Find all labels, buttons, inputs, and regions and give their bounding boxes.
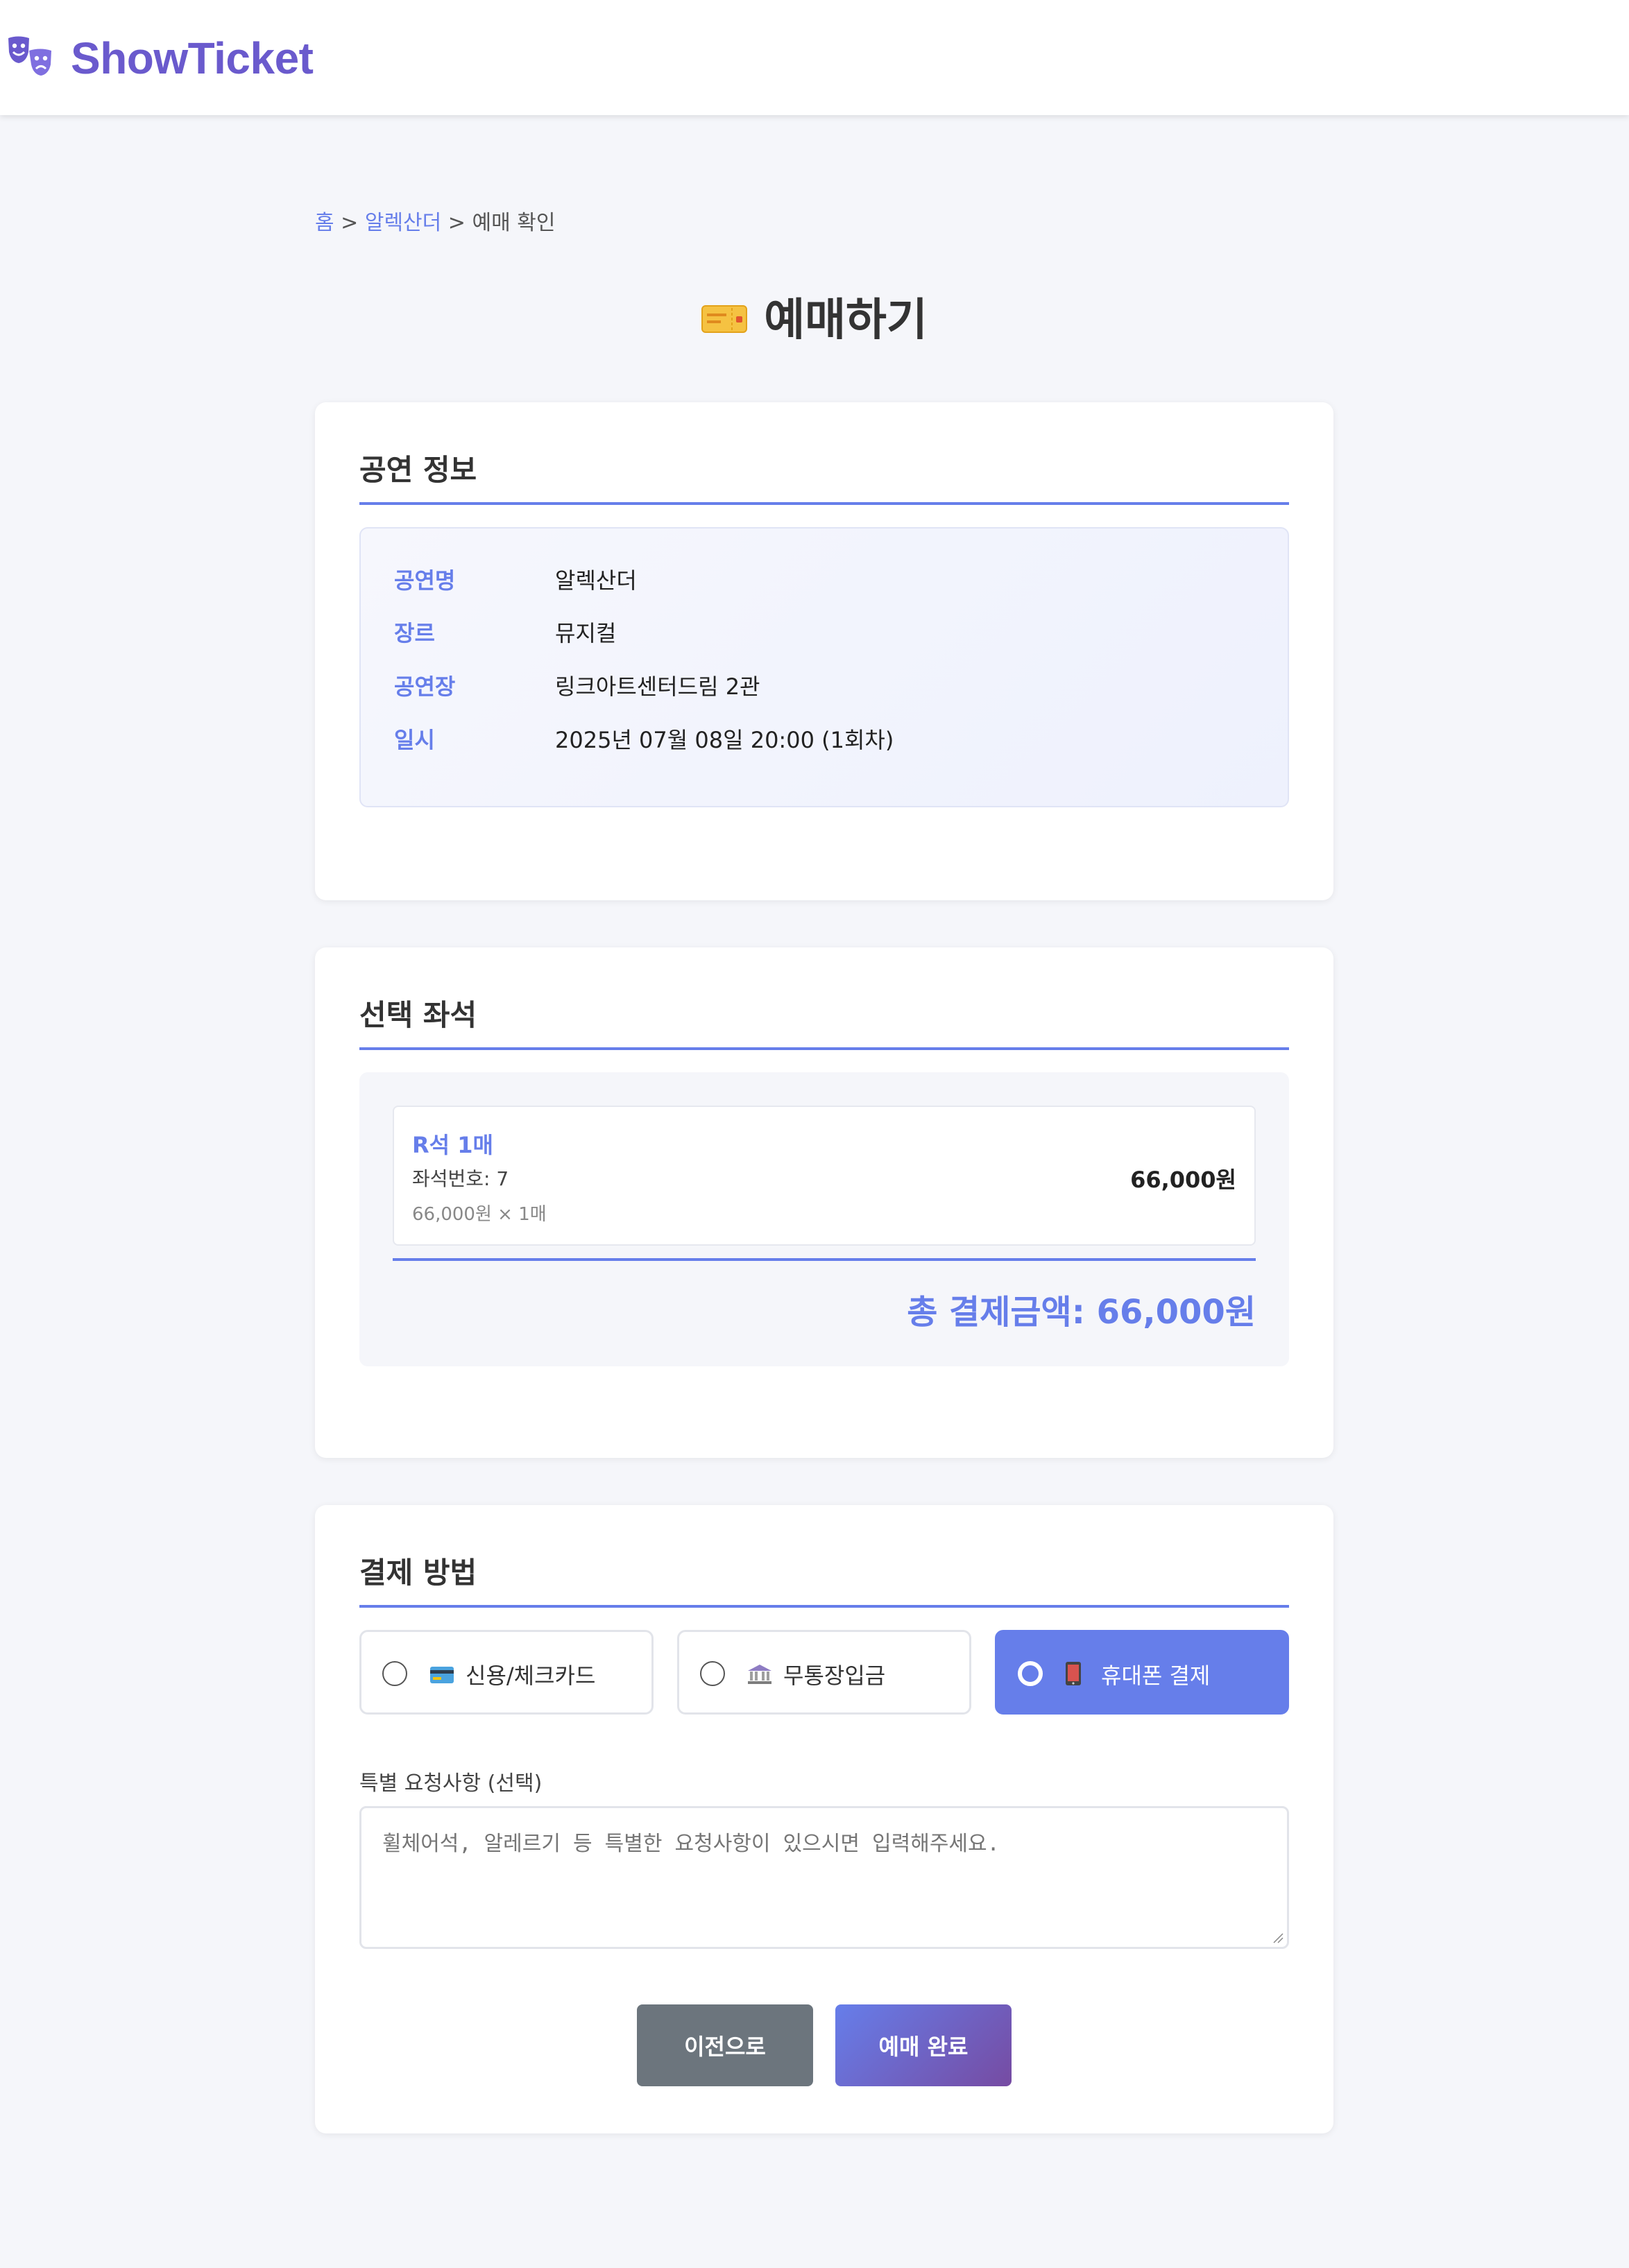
page-title-text: 예매하기 [764,295,928,346]
show-info-card: 공연 정보 공연명 알렉산더 장르 뮤지컬 공연장 링크아트센터드림 2관 일시… [315,402,1333,900]
info-value: 링크아트센터드림 2관 [555,673,760,700]
selected-seats-card: 선택 좌석 R석 1매 좌석번호: 7 66,000원 × 1매 66,000원… [315,947,1333,1458]
payment-option-label: 신용/체크카드 [466,1663,596,1689]
section-divider [359,1047,1289,1050]
total-divider [393,1258,1256,1261]
special-request-textarea[interactable] [359,1806,1289,1949]
info-label: 장르 [394,620,435,646]
seat-price: 66,000원 [1130,1167,1236,1193]
show-info-box: 공연명 알렉산더 장르 뮤지컬 공연장 링크아트센터드림 2관 일시 2025년… [359,527,1289,807]
bank-icon [747,1664,772,1690]
seat-summary: R석 1매 좌석번호: 7 66,000원 × 1매 66,000원 총 결제금… [359,1072,1289,1366]
breadcrumb-home-link[interactable]: 홈 [315,211,334,235]
ticket-icon [701,293,748,344]
resize-handle-icon[interactable] [1272,1932,1283,1946]
breadcrumb: 홈 > 알렉산더 > 예매 확인 [315,205,555,236]
breadcrumb-current: 예매 확인 [472,211,556,235]
section-title: 공연 정보 [359,453,477,487]
info-label: 공연장 [394,673,456,700]
payment-option-label: 무통장입금 [783,1663,886,1689]
radio-button[interactable] [700,1661,725,1686]
payment-option-label: 휴대폰 결제 [1101,1663,1211,1689]
breadcrumb-separator: > [341,211,359,235]
info-value: 2025년 07월 08일 20:00 (1회차) [555,727,894,753]
site-header: ShowTicket [0,0,1629,115]
info-value: 알렉산더 [555,567,637,594]
info-label: 공연명 [394,567,456,594]
seat-item: R석 1매 좌석번호: 7 66,000원 × 1매 66,000원 [393,1106,1256,1246]
payment-card: 결제 방법 신용/체크카드 무통장입금 휴대폰 결제 특별 요청사항 (선택) … [315,1505,1333,2133]
page-title: 예매하기 [0,284,1629,348]
seat-price-calc: 66,000원 × 1매 [412,1204,547,1225]
info-value: 뮤지컬 [555,620,617,646]
logo-text: ShowTicket [71,33,314,83]
seat-number: 좌석번호: 7 [412,1167,509,1190]
credit-card-icon [429,1664,454,1690]
section-title: 결제 방법 [359,1556,477,1590]
radio-button-selected[interactable] [1018,1661,1043,1686]
theater-masks-icon [7,34,53,83]
section-title: 선택 좌석 [359,998,477,1032]
radio-button[interactable] [382,1661,407,1686]
breadcrumb-separator: > [447,211,466,235]
special-request-label: 특별 요청사항 (선택) [359,1771,543,1796]
section-divider [359,1605,1289,1608]
mobile-phone-icon [1065,1661,1082,1692]
confirm-booking-button[interactable]: 예매 완료 [835,2004,1012,2086]
payment-option-card[interactable]: 신용/체크카드 [359,1630,654,1715]
logo[interactable]: ShowTicket [7,25,314,92]
info-label: 일시 [394,727,435,753]
breadcrumb-show-link[interactable]: 알렉산더 [365,211,441,235]
seat-grade: R석 1매 [412,1132,493,1158]
back-button[interactable]: 이전으로 [637,2004,813,2086]
payment-option-mobile[interactable]: 휴대폰 결제 [995,1630,1289,1715]
total-amount: 총 결제금액: 66,000원 [907,1293,1256,1332]
section-divider [359,502,1289,505]
payment-option-bank-transfer[interactable]: 무통장입금 [677,1630,971,1715]
